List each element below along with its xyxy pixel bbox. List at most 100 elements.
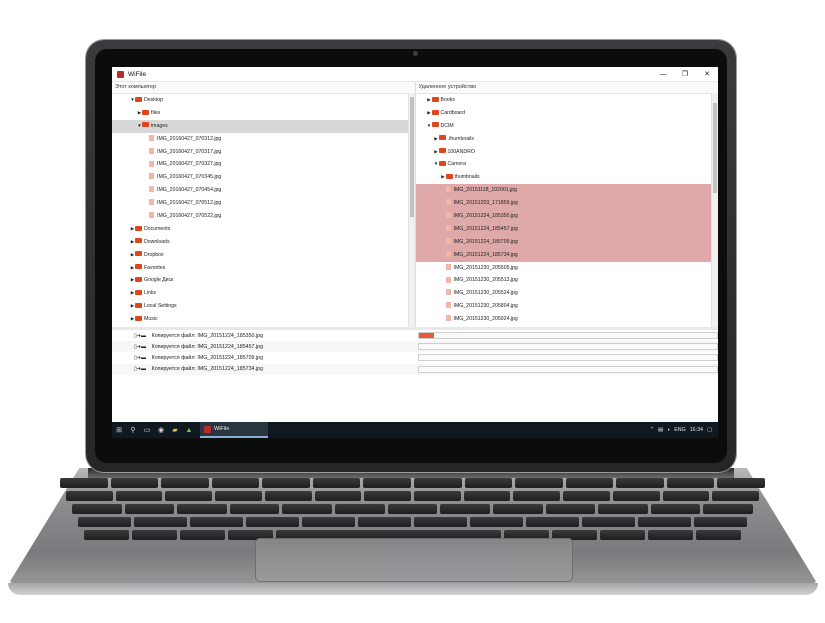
tree-item-label: Links bbox=[144, 290, 157, 297]
image-file-icon bbox=[149, 147, 154, 154]
image-file-icon bbox=[445, 276, 451, 283]
tree-folder-row[interactable]: ▶ Cardboard bbox=[416, 107, 719, 120]
tree-file-row[interactable]: IMG_20151230_205513.jpg bbox=[416, 274, 719, 287]
tree-item-label: IMG_20151230_205513.jpg bbox=[453, 277, 518, 284]
folder-icon bbox=[445, 173, 453, 179]
tree-folder-row[interactable]: ▶ 100ANDRO bbox=[416, 146, 719, 159]
expanded-arrow-icon[interactable]: ▼ bbox=[434, 158, 439, 171]
tree-folder-row[interactable]: ▼ Camera bbox=[416, 158, 719, 171]
minimize-button[interactable]: — bbox=[652, 71, 674, 78]
collapsed-arrow-icon[interactable]: ▶ bbox=[427, 107, 432, 120]
tree-folder-row[interactable]: ▶ Google Диск bbox=[112, 274, 415, 287]
tree-file-row[interactable]: IMG_20160427_070454.jpg bbox=[112, 184, 415, 197]
tree-file-row[interactable]: IMG_20160427_070312.jpg bbox=[112, 133, 415, 146]
tree-folder-row[interactable]: ▶ Local Settings bbox=[112, 300, 415, 313]
tree-file-row[interactable]: IMG_20151230_205524.jpg bbox=[416, 287, 719, 300]
keyboard-key bbox=[717, 478, 766, 488]
tree-folder-row[interactable]: ▼ Desktop bbox=[112, 94, 415, 107]
taskbar: ⊞ ⚲ ▭ ◉ ▰ ▲ WiFile ⌃ ▤ ◖ ENG 16:34 ▢ bbox=[112, 422, 718, 438]
tree-folder-row[interactable]: ▶ Books bbox=[416, 94, 719, 107]
tree-item-label: Google Диск bbox=[144, 277, 174, 284]
folder-icon bbox=[135, 264, 142, 270]
tree-item-label: Music bbox=[144, 316, 158, 323]
tree-file-row[interactable]: IMG_20151224_185350.jpg bbox=[415, 210, 718, 223]
tree-file-row[interactable]: IMG_20151230_205924.jpg bbox=[416, 313, 719, 326]
tree-file-row[interactable]: IMG_20151224_185457.jpg bbox=[415, 222, 718, 236]
collapsed-arrow-icon[interactable]: ▶ bbox=[434, 133, 439, 146]
tree-item-label: IMG_20151230_205505.jpg bbox=[453, 264, 518, 271]
keyboard-key bbox=[59, 478, 108, 488]
keyboard-key bbox=[180, 530, 225, 540]
folder-icon bbox=[135, 238, 142, 244]
keyboard-key bbox=[246, 517, 299, 527]
tray-volume-icon[interactable]: ◖ bbox=[667, 427, 670, 433]
image-file-icon bbox=[445, 186, 451, 193]
expanded-arrow-icon[interactable]: ▼ bbox=[427, 120, 432, 133]
tree-file-row[interactable]: IMG_20160427_070522.jpg bbox=[112, 210, 415, 223]
tree-file-row[interactable]: IMG_20151203_171859.jpg bbox=[415, 197, 718, 211]
tree-folder-row[interactable]: ▶ Links bbox=[112, 287, 415, 300]
transfer-queue: ▯➜▬ Копируется файл: IMG_20151224_185350.… bbox=[112, 330, 718, 410]
keyboard-key bbox=[387, 504, 438, 514]
folder-icon[interactable]: ▰ bbox=[168, 422, 182, 438]
keyboard-key bbox=[177, 504, 227, 514]
keyboard-key bbox=[134, 517, 187, 527]
remote-tree: ▶ Books ▶ Cardboard ▼ DCIM ▶ .thumbnails ▶ 100AND… bbox=[415, 94, 719, 326]
transfer-row: ▯➜▬ Копируется файл: IMG_20151224_185350.… bbox=[112, 330, 718, 341]
keyboard-key bbox=[492, 504, 543, 514]
close-button[interactable]: ✕ bbox=[696, 70, 718, 78]
collapsed-arrow-icon[interactable]: ▶ bbox=[441, 171, 446, 184]
tree-folder-row[interactable]: ▶ Music bbox=[112, 313, 415, 326]
remote-pane: Удаленное устройство ▶ Books ▶ Cardboard ▼ DC… bbox=[415, 82, 719, 327]
tree-item-label: IMG_20151224_185734.jpg bbox=[453, 251, 518, 258]
tree-folder-row[interactable]: ▶ Documents bbox=[112, 223, 415, 236]
keyboard-key bbox=[211, 478, 260, 488]
tree-file-row[interactable]: IMG_20160427_070512.jpg bbox=[112, 197, 415, 210]
restore-button[interactable]: ❐ bbox=[674, 70, 696, 78]
tree-folder-row[interactable]: ▶ files bbox=[112, 107, 415, 120]
taskbar-app-wifile[interactable]: WiFile bbox=[200, 422, 268, 438]
keyboard-key bbox=[229, 504, 280, 514]
tree-file-row[interactable]: IMG_20151230_205804.jpg bbox=[416, 300, 719, 313]
progress-bar bbox=[417, 354, 718, 362]
keyboard-key bbox=[78, 517, 131, 527]
transfer-label: Копируется файл: IMG_20151224_185709.jpg bbox=[151, 354, 264, 361]
tree-file-row[interactable]: IMG_20151118_102001.jpg bbox=[415, 184, 718, 198]
chrome-icon[interactable]: ◉ bbox=[154, 422, 168, 438]
tree-folder-row[interactable]: ▶ Dropbox bbox=[112, 249, 415, 262]
tray-network-icon[interactable]: ▤ bbox=[658, 427, 663, 433]
tree-file-row[interactable]: IMG_20151230_205505.jpg bbox=[416, 262, 719, 275]
task-view-icon[interactable]: ▭ bbox=[140, 422, 154, 438]
tree-folder-row[interactable]: ▼ images bbox=[112, 119, 415, 133]
local-tree: ▼ Desktop ▶ files ▼ images IMG_20160427_070312… bbox=[112, 94, 415, 326]
tree-folder-row[interactable]: ▶ thumbnails bbox=[416, 171, 719, 184]
language-indicator[interactable]: ENG bbox=[674, 427, 685, 433]
tree-folder-row[interactable]: ▼ DCIM bbox=[416, 120, 719, 133]
tree-folder-row[interactable]: ▶ Favorites bbox=[112, 262, 415, 275]
keyboard-key bbox=[124, 504, 175, 514]
tree-file-row[interactable]: IMG_20160427_070345.jpg bbox=[112, 171, 415, 184]
tree-file-row[interactable]: IMG_20160427_070327.jpg bbox=[112, 158, 415, 171]
notifications-icon[interactable]: ▢ bbox=[707, 427, 712, 433]
tree-file-row[interactable]: IMG_20151224_185709.jpg bbox=[415, 235, 718, 249]
wifile-taskbar-icon bbox=[204, 425, 211, 433]
windows-start-icon[interactable]: ⊞ bbox=[112, 422, 126, 438]
tree-folder-row[interactable]: ▶ Downloads bbox=[112, 236, 415, 249]
collapsed-arrow-icon[interactable]: ▶ bbox=[427, 94, 432, 107]
tree-item-label: .thumbnails bbox=[447, 135, 475, 142]
tree-item-label: IMG_20160427_070317.jpg bbox=[157, 148, 222, 155]
clock[interactable]: 16:34 bbox=[690, 427, 703, 433]
collapsed-arrow-icon[interactable]: ▶ bbox=[434, 146, 439, 159]
tray-chevron-icon[interactable]: ⌃ bbox=[650, 427, 654, 433]
laptop-base-edge bbox=[8, 583, 818, 595]
search-icon[interactable]: ⚲ bbox=[126, 422, 140, 438]
keyboard-key bbox=[616, 478, 664, 488]
tree-file-row[interactable]: IMG_20160427_070317.jpg bbox=[112, 146, 415, 159]
keyboard-key bbox=[612, 491, 660, 501]
android-icon[interactable]: ▲ bbox=[182, 422, 196, 438]
remote-scrollbar[interactable] bbox=[711, 93, 718, 327]
local-scrollbar[interactable] bbox=[407, 93, 415, 327]
tree-item-label: images bbox=[151, 122, 168, 129]
tree-file-row[interactable]: IMG_20151224_185734.jpg bbox=[415, 248, 718, 262]
tree-folder-row[interactable]: ▶ .thumbnails bbox=[416, 133, 719, 146]
